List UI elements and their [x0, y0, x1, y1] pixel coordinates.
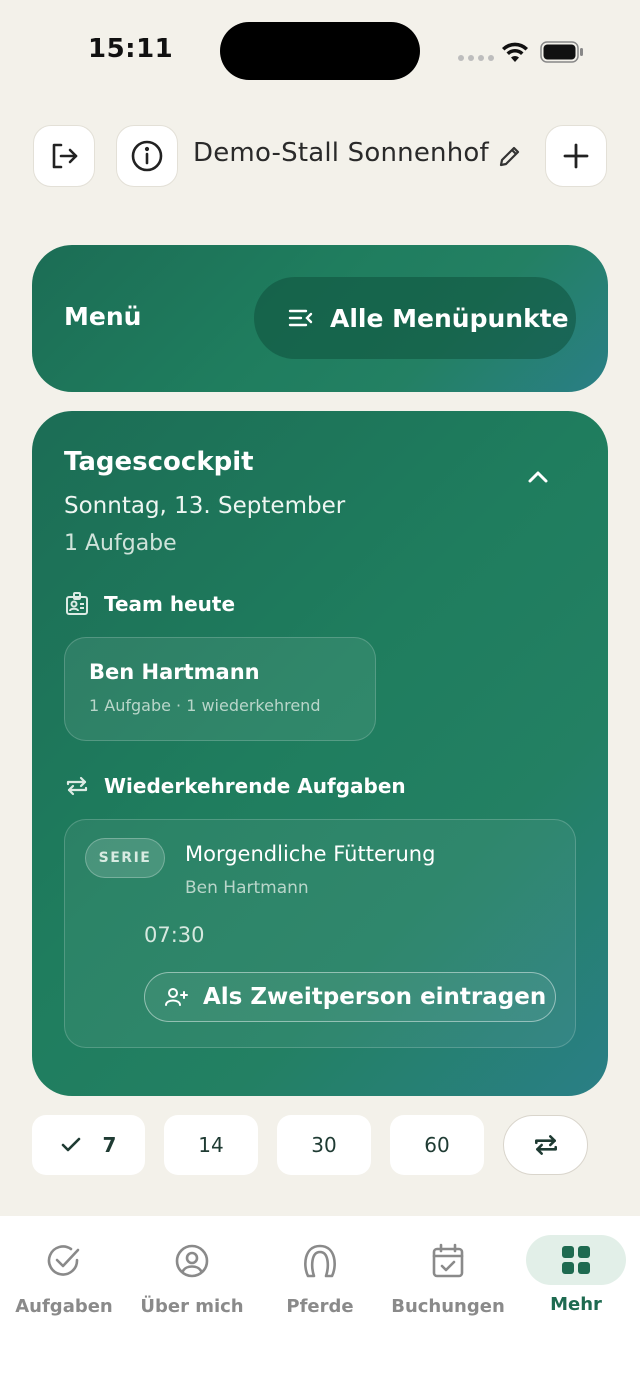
id-badge-icon	[66, 592, 88, 615]
recurring-tasks-heading: Wiederkehrende Aufgaben	[64, 773, 406, 799]
info-button[interactable]	[116, 125, 178, 187]
all-menu-items-button[interactable]: Alle Menüpunkte	[254, 277, 576, 359]
tab-about-me[interactable]: Über mich	[128, 1238, 256, 1317]
task-title: Morgendliche Fütterung	[185, 842, 436, 866]
tab-more[interactable]: Mehr	[512, 1235, 640, 1315]
tab-more-highlight	[526, 1235, 626, 1285]
team-member-card[interactable]: Ben Hartmann 1 Aufgabe · 1 wiederkehrend	[64, 637, 376, 741]
team-member-name: Ben Hartmann	[89, 660, 260, 684]
wifi-icon	[502, 42, 528, 62]
grid-icon	[562, 1246, 590, 1274]
serie-badge: SERIE	[85, 838, 165, 878]
add-button[interactable]	[545, 125, 607, 187]
edit-icon[interactable]	[497, 143, 523, 169]
team-member-summary: 1 Aufgabe · 1 wiederkehrend	[89, 696, 321, 715]
task-assignee: Ben Hartmann	[185, 878, 309, 898]
team-today-heading: Team heute	[64, 591, 235, 617]
tab-tasks-label: Aufgaben	[15, 1296, 113, 1317]
battery-icon	[540, 41, 583, 63]
checkmark-icon	[61, 1137, 80, 1152]
recurring-task-card[interactable]: SERIE Morgendliche Fütterung Ben Hartman…	[64, 819, 576, 1048]
range-chip-7[interactable]: 7	[32, 1115, 145, 1175]
menu-list-icon	[288, 309, 313, 327]
recurring-tasks-label: Wiederkehrende Aufgaben	[104, 774, 406, 798]
recurring-filter-button[interactable]	[503, 1115, 588, 1175]
task-time: 07:30	[144, 923, 205, 947]
menu-title: Menü	[64, 302, 142, 331]
range-chip-7-label: 7	[102, 1133, 117, 1157]
screen: 15:11 Demo-Stall Sonnenhof Menü Alle Men…	[0, 0, 640, 1392]
range-chip-60-label: 60	[424, 1133, 450, 1157]
plus-icon	[563, 143, 589, 169]
dynamic-island	[220, 22, 420, 80]
tab-horses-label: Pferde	[286, 1296, 354, 1317]
daily-cockpit-card: Tagescockpit Sonntag, 13. September 1 Au…	[32, 411, 608, 1096]
tab-about-me-label: Über mich	[140, 1296, 244, 1317]
user-circle-icon	[175, 1244, 209, 1278]
all-menu-items-label: Alle Menüpunkte	[330, 303, 569, 333]
range-chip-14[interactable]: 14	[164, 1115, 258, 1175]
add-person-icon	[165, 988, 188, 1006]
tab-bookings[interactable]: Buchungen	[384, 1238, 512, 1317]
tab-more-label: Mehr	[550, 1294, 602, 1315]
tab-bookings-label: Buchungen	[391, 1296, 505, 1317]
check-circle-icon	[47, 1245, 80, 1276]
calendar-check-icon	[432, 1243, 464, 1278]
cellular-signal-icon	[458, 55, 494, 61]
tab-bar: Aufgaben Über mich Pferde Buchungen Mehr	[0, 1216, 640, 1392]
stable-name[interactable]: Demo-Stall Sonnenhof	[193, 138, 489, 168]
menu-card: Menü Alle Menüpunkte	[32, 245, 608, 392]
repeat-icon	[534, 1135, 557, 1155]
logout-button[interactable]	[33, 125, 95, 187]
cockpit-date: Sonntag, 13. September	[64, 493, 346, 519]
add-second-person-button[interactable]: Als Zweitperson eintragen	[144, 972, 556, 1022]
info-icon	[131, 140, 163, 172]
range-chip-14-label: 14	[198, 1133, 224, 1157]
range-chip-60[interactable]: 60	[390, 1115, 484, 1175]
range-chip-30[interactable]: 30	[277, 1115, 371, 1175]
tab-tasks[interactable]: Aufgaben	[0, 1238, 128, 1317]
add-second-person-label: Als Zweitperson eintragen	[203, 984, 547, 1010]
logout-icon	[52, 143, 78, 169]
horseshoe-icon	[304, 1244, 336, 1278]
team-today-label: Team heute	[104, 592, 236, 616]
cockpit-task-count: 1 Aufgabe	[64, 531, 177, 556]
status-time: 15:11	[88, 34, 174, 64]
status-bar: 15:11	[0, 0, 640, 100]
tab-horses[interactable]: Pferde	[256, 1238, 384, 1317]
cockpit-title: Tagescockpit	[64, 447, 254, 477]
repeat-icon	[66, 776, 88, 796]
chevron-up-icon[interactable]	[526, 469, 550, 485]
range-chip-30-label: 30	[311, 1133, 337, 1157]
